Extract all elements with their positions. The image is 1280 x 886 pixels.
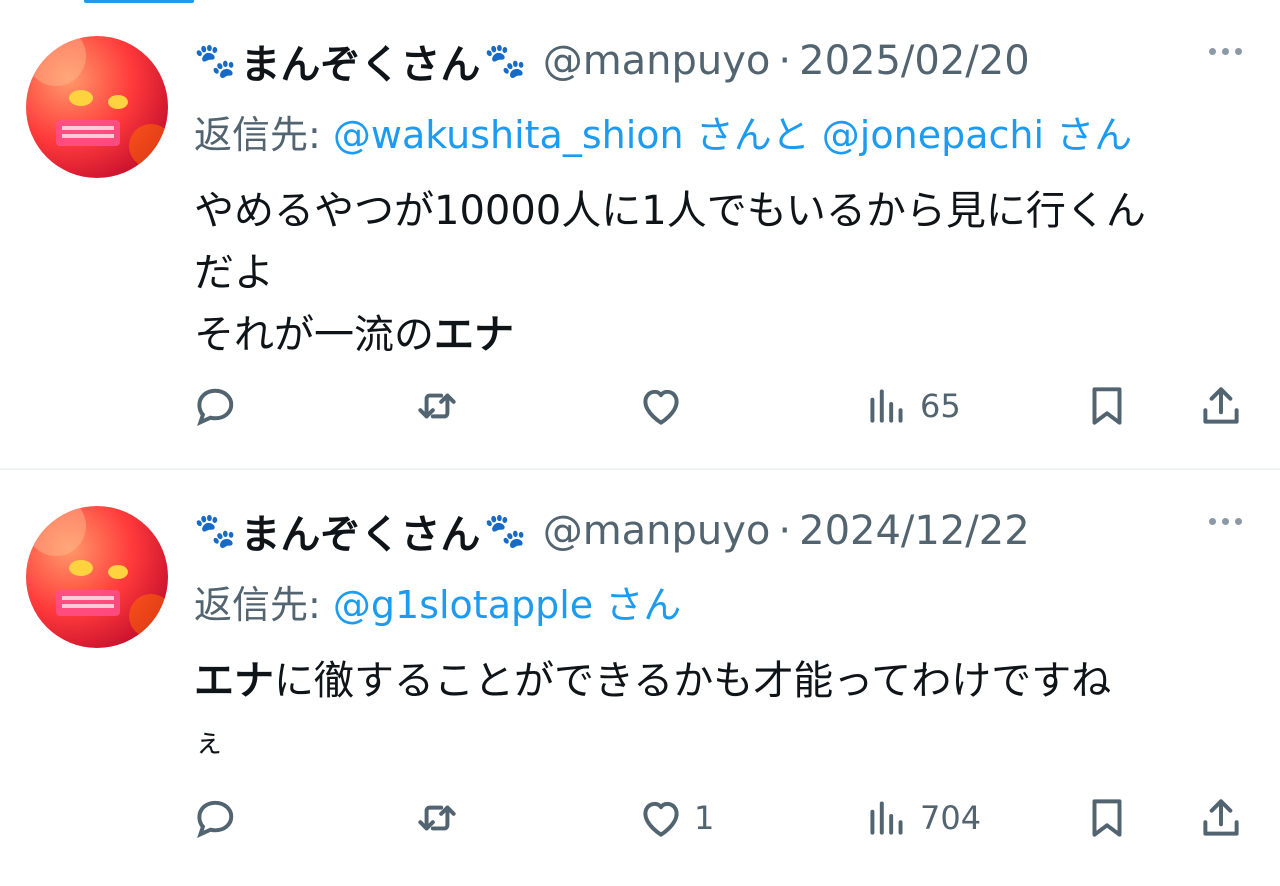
tweet-actions: 65 xyxy=(190,376,1260,436)
retweet-button[interactable] xyxy=(412,788,470,848)
paw-icon: 🐾 xyxy=(194,41,237,81)
share-upload-icon xyxy=(1203,387,1239,424)
share-upload-icon xyxy=(1203,799,1239,836)
retweet-button[interactable] xyxy=(412,376,470,436)
reply-join: さんと xyxy=(695,113,810,157)
tweet-text: エナに徹することができるかも才能ってわけですね ぇ xyxy=(194,650,1254,774)
avatar[interactable] xyxy=(26,36,168,178)
reply-button[interactable] xyxy=(190,788,248,848)
reply-mention[interactable]: @jonepachi xyxy=(822,113,1044,157)
avatar[interactable] xyxy=(26,506,168,648)
views-chart-icon xyxy=(870,801,903,835)
display-name[interactable]: まんぞくさん xyxy=(240,32,480,90)
retweet-icon xyxy=(418,805,456,831)
more-dots-icon[interactable] xyxy=(1209,518,1242,525)
heart-icon xyxy=(643,801,679,837)
share-button[interactable] xyxy=(1196,376,1246,436)
paw-icon: 🐾 xyxy=(484,41,527,81)
bookmark-icon xyxy=(1092,387,1122,425)
paw-icon: 🐾 xyxy=(484,511,527,551)
reply-to-line: 返信先: @g1slotapple さん xyxy=(194,574,681,629)
reply-prefix: 返信先: xyxy=(194,113,321,157)
bookmark-icon xyxy=(1092,799,1122,837)
share-button[interactable] xyxy=(1196,788,1246,848)
like-count: 1 xyxy=(694,799,715,837)
user-handle[interactable]: @manpuyo xyxy=(543,38,771,84)
reply-button[interactable] xyxy=(190,376,248,436)
tweet-date[interactable]: 2025/02/20 xyxy=(799,38,1030,84)
views-chart-icon xyxy=(870,389,903,423)
paw-icon: 🐾 xyxy=(194,511,237,551)
tweet[interactable]: 🐾 まんぞくさん 🐾 @manpuyo · 2024/12/22 返信先: @g… xyxy=(0,470,1280,886)
reply-to-line: 返信先: @wakushita_shion さんと @jonepachi さん xyxy=(194,104,1132,159)
tweet-actions: 1 704 xyxy=(190,788,1260,848)
reply-bubble-icon xyxy=(197,388,234,426)
heart-icon xyxy=(643,389,679,425)
separator-dot: · xyxy=(778,38,792,84)
reply-suffix: さん xyxy=(1056,113,1133,157)
bookmark-button[interactable] xyxy=(1082,376,1132,436)
tweet-text-line: ぇ xyxy=(194,725,224,760)
reply-prefix: 返信先: xyxy=(194,583,321,627)
reply-bubble-icon xyxy=(197,800,234,838)
tweet[interactable]: 🐾 まんぞくさん 🐾 @manpuyo · 2025/02/20 返信先: @w… xyxy=(0,0,1280,470)
separator-dot: · xyxy=(778,508,792,554)
bookmark-button[interactable] xyxy=(1082,788,1132,848)
reply-suffix: さん xyxy=(605,583,682,627)
tweet-text-line: だよ xyxy=(194,250,274,296)
like-button[interactable]: 1 xyxy=(636,788,714,848)
retweet-icon xyxy=(418,393,456,419)
display-name[interactable]: まんぞくさん xyxy=(240,502,480,560)
reply-mention[interactable]: @g1slotapple xyxy=(333,583,593,627)
view-count: 704 xyxy=(920,799,982,837)
tweet-header: 🐾 まんぞくさん 🐾 @manpuyo · 2024/12/22 xyxy=(194,506,1030,558)
tweet-text-line: やめるやつが10000人に1人でもいるから見に行くん xyxy=(194,188,1146,234)
views-button[interactable]: 65 xyxy=(862,376,961,436)
more-dots-icon[interactable] xyxy=(1209,48,1242,55)
like-button[interactable] xyxy=(636,376,694,436)
user-handle[interactable]: @manpuyo xyxy=(543,508,771,554)
tweet-text-line: エナに徹することができるかも才能ってわけですね xyxy=(194,658,1112,704)
tweet-header: 🐾 まんぞくさん 🐾 @manpuyo · 2025/02/20 xyxy=(194,36,1030,88)
tweet-date[interactable]: 2024/12/22 xyxy=(799,508,1030,554)
tweet-text-line: それが一流のエナ xyxy=(194,312,514,358)
views-button[interactable]: 704 xyxy=(862,788,981,848)
tweet-text: やめるやつが10000人に1人でもいるから見に行くん だよ それが一流のエナ xyxy=(194,180,1254,366)
reply-mention[interactable]: @wakushita_shion xyxy=(333,113,684,157)
